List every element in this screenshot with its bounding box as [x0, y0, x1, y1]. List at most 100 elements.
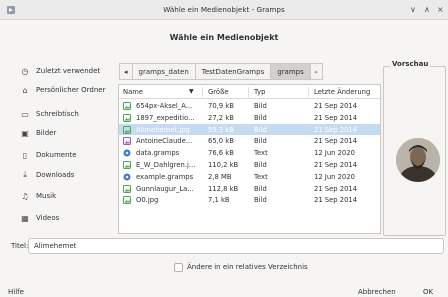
file-size: 110,2 kB — [208, 161, 239, 169]
column-name-header[interactable]: Name — [123, 88, 143, 96]
file-type: Bild — [254, 113, 267, 122]
file-date: 21 Sep 2014 — [314, 161, 358, 169]
ok-button[interactable]: OK — [423, 288, 433, 296]
dialog-footer: Hilfe Abbrechen OK — [0, 285, 448, 297]
preview-portrait-image — [396, 138, 440, 182]
file-row[interactable]: example.gramps 2,8 MB Text 12 Jun 2020 — [119, 171, 380, 183]
gramps-file-icon — [123, 173, 131, 181]
place-music[interactable]: ♫ Musik — [19, 187, 115, 205]
file-row[interactable]: data.gramps 76,6 kB Text 12 Jun 2020 — [119, 147, 380, 159]
relative-path-option[interactable]: Ändere in ein relatives Verzeichnis — [174, 262, 308, 272]
file-date: 21 Sep 2014 — [314, 137, 358, 146]
file-list-header: Name ▼ Größe Typ Letzte Änderung — [119, 85, 380, 99]
file-type: Bild — [254, 125, 267, 134]
file-size: 70,9 kB — [208, 102, 234, 110]
place-videos[interactable]: ▦ Videos — [19, 209, 115, 227]
image-file-icon — [123, 137, 131, 146]
file-row[interactable]: Alimehemet.jpg 59,3 kB Bild 21 Sep 2014 — [119, 123, 380, 136]
place-label: Zuletzt verwendet — [36, 67, 101, 75]
path-forward-button[interactable]: ▸ — [309, 63, 324, 80]
place-documents[interactable]: ▯ Dokumente — [19, 146, 115, 164]
window-titlebar: Wähle ein Medienobjekt - Gramps ∨ ∧ × — [0, 0, 448, 20]
place-label: Downloads — [36, 171, 75, 179]
dialog-heading: Wähle ein Medienobjekt — [169, 33, 279, 42]
image-file-icon — [123, 102, 131, 110]
file-name: Alimehemet.jpg — [136, 125, 190, 134]
place-recent[interactable]: ◷ Zuletzt verwendet — [19, 62, 115, 80]
file-row[interactable]: Gunnlaugur_La... 112,8 kB Bild 21 Sep 2014 — [119, 183, 380, 195]
crumb-gramps[interactable]: gramps — [270, 63, 311, 80]
image-file-icon — [123, 196, 131, 205]
column-type-header[interactable]: Typ — [254, 88, 265, 96]
file-type: Text — [254, 172, 268, 181]
image-file-icon — [123, 113, 131, 122]
file-row[interactable]: E_W_Dahlgren.j... 110,2 kB Bild 21 Sep 2014 — [119, 159, 380, 171]
file-row[interactable]: O0.jpg 7,1 kB Bild 21 Sep 2014 — [119, 194, 380, 206]
column-size-header[interactable]: Größe — [208, 88, 229, 96]
place-label: Schreibtisch — [36, 110, 79, 118]
cancel-button[interactable]: Abbrechen — [358, 288, 396, 296]
path-back-button[interactable]: ◂ — [119, 63, 133, 80]
place-label: Musik — [36, 192, 57, 200]
gramps-file-icon — [123, 149, 131, 157]
crumb-gramps-daten[interactable]: gramps_daten — [131, 63, 196, 80]
file-date: 21 Sep 2014 — [314, 125, 358, 134]
place-label: Bilder — [36, 129, 57, 137]
file-size: 76,6 kB — [208, 149, 234, 158]
image-file-icon — [123, 125, 131, 134]
file-name: O0.jpg — [136, 196, 159, 205]
place-pictures[interactable]: ▣ Bilder — [19, 124, 115, 142]
close-button[interactable]: × — [437, 5, 444, 14]
path-bar: ◂ gramps_daten TestDatenGramps gramps ▸ — [119, 63, 324, 80]
file-name: 654px-Aksel_A... — [136, 102, 193, 110]
file-date: 21 Sep 2014 — [314, 102, 358, 110]
minimize-button[interactable]: ∨ — [410, 5, 416, 14]
file-type: Bild — [254, 184, 267, 193]
video-icon: ▦ — [21, 213, 29, 223]
file-type: Bild — [254, 196, 267, 205]
help-button[interactable]: Hilfe — [8, 288, 24, 296]
folder-icon: ▭ — [21, 109, 29, 119]
sort-descending-icon[interactable]: ▼ — [189, 88, 194, 95]
title-input[interactable]: Alimehemet — [28, 238, 444, 254]
file-list[interactable]: Name ▼ Größe Typ Letzte Änderung 654px-A… — [118, 84, 381, 234]
place-label: Dokumente — [36, 151, 77, 159]
file-name: Gunnlaugur_La... — [136, 184, 194, 193]
column-date-header[interactable]: Letzte Änderung — [314, 88, 370, 96]
relative-path-checkbox[interactable] — [174, 262, 183, 272]
relative-path-label: Ändere in ein relatives Verzeichnis — [187, 263, 308, 271]
file-type: Bild — [254, 137, 267, 146]
dialog-header: Wähle ein Medienobjekt — [0, 20, 448, 52]
file-date: 21 Sep 2014 — [314, 184, 358, 193]
file-name: 1897_expeditio... — [136, 113, 195, 122]
place-desktop[interactable]: ▭ Schreibtisch — [19, 105, 115, 123]
place-label: Persönlicher Ordner — [36, 86, 106, 94]
maximize-button[interactable]: ∧ — [424, 5, 430, 14]
clock-icon: ◷ — [21, 66, 29, 76]
file-date: 21 Sep 2014 — [314, 113, 358, 122]
image-file-icon — [123, 184, 131, 193]
file-name: data.gramps — [136, 149, 180, 158]
place-downloads[interactable]: ⤓ Downloads — [19, 166, 115, 184]
music-icon: ♫ — [21, 191, 29, 201]
file-size: 59,3 kB — [208, 125, 234, 134]
file-name: E_W_Dahlgren.j... — [136, 161, 196, 169]
place-label: Videos — [36, 214, 60, 222]
place-home[interactable]: ⌂ Persönlicher Ordner — [19, 81, 115, 99]
download-icon: ⤓ — [23, 170, 27, 179]
file-row[interactable]: AntoineClaude... 65,0 kB Bild 21 Sep 2014 — [119, 135, 380, 147]
file-name: example.gramps — [136, 172, 194, 181]
file-size: 7,1 kB — [208, 196, 230, 205]
home-icon: ⌂ — [22, 85, 28, 95]
title-row: Titel: Alimehemet — [0, 238, 448, 254]
document-icon: ▯ — [22, 150, 28, 160]
file-date: 12 Jun 2020 — [314, 149, 355, 158]
file-row[interactable]: 654px-Aksel_A... 70,9 kB Bild 21 Sep 2014 — [119, 100, 380, 112]
crumb-testdaten-gramps[interactable]: TestDatenGramps — [194, 63, 272, 80]
file-type: Text — [254, 149, 268, 158]
file-row[interactable]: 1897_expeditio... 27,2 kB Bild 21 Sep 2014 — [119, 112, 380, 124]
image-file-icon — [123, 161, 131, 169]
file-type: Bild — [254, 102, 267, 110]
file-type: Bild — [254, 161, 267, 169]
file-date: 12 Jun 2020 — [314, 172, 355, 181]
